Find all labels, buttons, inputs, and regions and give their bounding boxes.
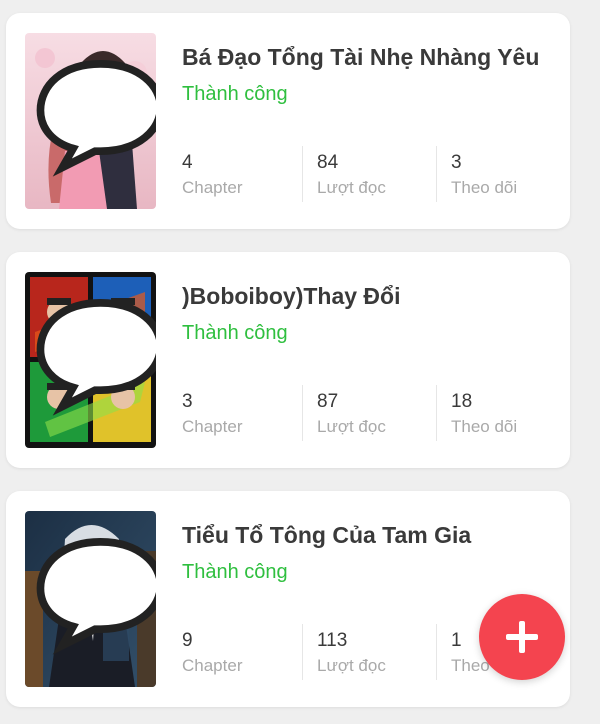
- stat-views: 87 Lượt đọc: [302, 385, 436, 441]
- stat-value: 3: [451, 152, 462, 173]
- stat-followers: 18 Theo dõi: [436, 385, 570, 441]
- story-stats: 3 Chapter 87 Lượt đọc 18 Theo dõi: [182, 385, 570, 441]
- story-list: Bá Đạo Tổng Tài Nhẹ Nhàng Yêu Thành công…: [0, 0, 600, 724]
- stat-label: Theo dõi: [451, 178, 518, 197]
- chat-bubble-icon: [36, 60, 156, 177]
- stat-value: 87: [317, 391, 339, 412]
- story-cover[interactable]: [25, 272, 156, 448]
- story-card[interactable]: Bá Đạo Tổng Tài Nhẹ Nhàng Yêu Thành công…: [6, 13, 570, 229]
- stat-chapters: 3 Chapter: [182, 385, 302, 441]
- stat-value: 113: [317, 630, 348, 651]
- stat-value: 3: [182, 391, 193, 412]
- stat-label: Chapter: [182, 417, 243, 436]
- add-story-button[interactable]: [479, 594, 565, 680]
- plus-icon: [506, 621, 538, 653]
- story-status: Thành công: [182, 561, 288, 583]
- stat-label: Lượt đọc: [317, 656, 386, 675]
- story-title[interactable]: Bá Đạo Tổng Tài Nhẹ Nhàng Yêu: [182, 44, 539, 71]
- stat-value: 4: [182, 152, 193, 173]
- story-status: Thành công: [182, 322, 288, 344]
- story-cover[interactable]: [25, 33, 156, 209]
- stat-label: Lượt đọc: [317, 417, 386, 436]
- story-card[interactable]: )Boboiboy)Thay Đổi Thành công 3 Chapter …: [6, 252, 570, 468]
- chat-bubble-icon: [36, 299, 156, 416]
- story-cover[interactable]: [25, 511, 156, 687]
- story-title[interactable]: Tiểu Tổ Tông Của Tam Gia: [182, 522, 471, 549]
- stat-value: 18: [451, 391, 473, 412]
- story-status: Thành công: [182, 83, 288, 105]
- story-title[interactable]: )Boboiboy)Thay Đổi: [182, 283, 400, 310]
- stat-label: Lượt đọc: [317, 178, 386, 197]
- stat-views: 113 Lượt đọc: [302, 624, 436, 680]
- stat-label: Chapter: [182, 178, 243, 197]
- stat-chapters: 4 Chapter: [182, 146, 302, 202]
- stat-followers: 3 Theo dõi: [436, 146, 570, 202]
- stat-value: 9: [182, 630, 193, 651]
- story-stats: 4 Chapter 84 Lượt đọc 3 Theo dõi: [182, 146, 570, 202]
- stat-views: 84 Lượt đọc: [302, 146, 436, 202]
- story-card[interactable]: Tiểu Tổ Tông Của Tam Gia Thành công 9 Ch…: [6, 491, 570, 707]
- stat-label: Chapter: [182, 656, 243, 675]
- stat-chapters: 9 Chapter: [182, 624, 302, 680]
- stat-value: 84: [317, 152, 339, 173]
- chat-bubble-icon: [36, 538, 156, 655]
- stat-label: Theo dõi: [451, 417, 518, 436]
